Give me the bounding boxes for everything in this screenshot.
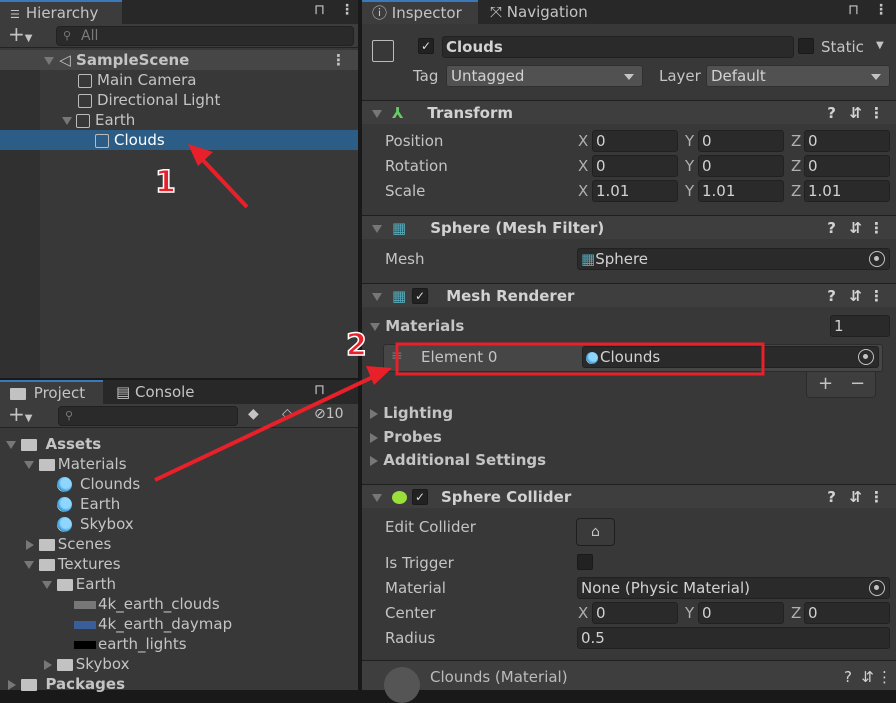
annotation-overlay: 1 2 (154, 144, 765, 482)
annotation-2: 2 (346, 328, 367, 363)
annotation-1: 1 (155, 165, 176, 200)
highlight-box (395, 342, 765, 376)
arrow-2 (154, 366, 392, 482)
arrow-1 (188, 144, 249, 209)
